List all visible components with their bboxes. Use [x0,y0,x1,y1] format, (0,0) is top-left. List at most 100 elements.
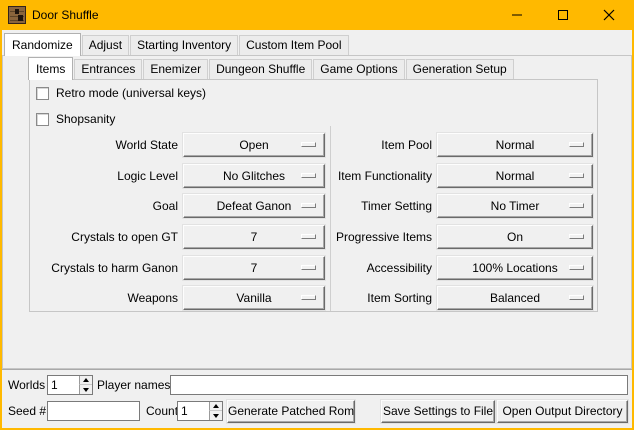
accessibility-dropdown[interactable]: 100% Locations [437,256,593,280]
worlds-spin-up-button[interactable] [79,376,92,385]
tab-enemizer[interactable]: Enemizer [143,59,208,79]
minimize-icon [511,9,523,21]
door-shuffle-window: Door Shuffle Randomize Adjust Starting I… [0,0,634,430]
maximize-button[interactable] [540,0,586,30]
dropdown-indicator-icon [569,234,584,239]
crystals-open-gt-dropdown[interactable]: 7 [183,225,325,249]
progressive-items-dropdown[interactable]: On [437,225,593,249]
worlds-label: Worlds [8,375,45,395]
count-spinbox[interactable]: 1 [177,401,223,421]
sub-tab-bar: Items Entrances Enemizer Dungeon Shuffle… [28,57,514,80]
count-label: Count [146,401,178,421]
timer-setting-value: No Timer [491,199,540,213]
arrow-up-icon [83,378,89,382]
progressive-items-value: On [507,230,523,244]
worlds-value: 1 [51,376,58,394]
item-functionality-value: Normal [496,169,535,183]
crystals-harm-ganon-dropdown[interactable]: 7 [183,256,325,280]
item-pool-dropdown[interactable]: Normal [437,133,593,157]
dropdown-indicator-icon [301,142,316,147]
shopsanity-checkbox-row[interactable]: Shopsanity [36,112,115,126]
tab-generation-setup[interactable]: Generation Setup [406,59,514,79]
retro-mode-checkbox[interactable] [36,87,49,100]
item-functionality-dropdown[interactable]: Normal [437,164,593,188]
item-functionality-label: Item Functionality [330,164,432,188]
tab-entrances[interactable]: Entrances [74,59,142,79]
dropdown-indicator-icon [301,173,316,178]
goal-label: Goal [40,194,178,218]
timer-setting-label: Timer Setting [330,194,432,218]
tab-dungeon-shuffle[interactable]: Dungeon Shuffle [209,59,312,79]
app-door-icon [8,6,26,24]
dropdown-indicator-icon [301,203,316,208]
dropdown-indicator-icon [301,265,316,270]
weapons-value: Vanilla [236,291,271,305]
crystals-harm-ganon-value: 7 [251,261,258,275]
seed-input[interactable] [47,401,140,421]
dropdown-indicator-icon [569,142,584,147]
tab-starting-inventory[interactable]: Starting Inventory [130,35,238,55]
logic-level-value: No Glitches [223,169,285,183]
minimize-button[interactable] [494,0,540,30]
dropdown-indicator-icon [569,265,584,270]
arrow-up-icon [213,404,219,408]
world-state-dropdown[interactable]: Open [183,133,325,157]
goal-dropdown[interactable]: Defeat Ganon [183,194,325,218]
goal-value: Defeat Ganon [217,199,292,213]
worlds-spinbox[interactable]: 1 [47,375,93,395]
worlds-spin-down-button[interactable] [79,385,92,394]
crystals-harm-ganon-label: Crystals to harm Ganon [32,256,178,280]
item-sorting-dropdown[interactable]: Balanced [437,286,593,310]
door-latch [15,9,19,14]
close-icon [603,9,615,21]
tab-game-options[interactable]: Game Options [313,59,404,79]
dropdown-indicator-icon [569,173,584,178]
arrow-down-icon [83,388,89,392]
timer-setting-dropdown[interactable]: No Timer [437,194,593,218]
item-sorting-value: Balanced [490,291,540,305]
shopsanity-label: Shopsanity [56,112,115,126]
logic-level-label: Logic Level [40,164,178,188]
count-spin-down-button[interactable] [209,411,222,420]
dropdown-indicator-icon [301,234,316,239]
window-title: Door Shuffle [32,0,99,30]
generate-patched-rom-button[interactable]: Generate Patched Rom [227,400,355,423]
logic-level-dropdown[interactable]: No Glitches [183,164,325,188]
player-names-input[interactable] [170,375,628,395]
title-bar: Door Shuffle [0,0,634,30]
open-output-directory-button[interactable]: Open Output Directory [497,400,628,423]
door-keyhole [18,15,23,21]
weapons-dropdown[interactable]: Vanilla [183,286,325,310]
accessibility-value: 100% Locations [472,261,557,275]
retro-mode-checkbox-row[interactable]: Retro mode (universal keys) [36,86,206,100]
save-settings-button[interactable]: Save Settings to File [381,400,495,423]
shopsanity-checkbox[interactable] [36,113,49,126]
maximize-icon [557,9,569,21]
crystals-open-gt-label: Crystals to open GT [40,225,178,249]
crystals-open-gt-value: 7 [251,230,258,244]
count-spin-up-button[interactable] [209,402,222,411]
worlds-spin-buttons [79,376,92,394]
tab-randomize[interactable]: Randomize [4,33,81,56]
item-sorting-label: Item Sorting [330,286,432,310]
arrow-down-icon [213,414,219,418]
world-state-label: World State [40,133,178,157]
dropdown-indicator-icon [569,295,584,300]
world-state-value: Open [239,138,268,152]
player-names-label: Player names [97,375,170,395]
dropdown-indicator-icon [569,203,584,208]
bottom-panel-separator [2,369,632,370]
progressive-items-label: Progressive Items [330,225,432,249]
item-pool-label: Item Pool [330,133,432,157]
accessibility-label: Accessibility [330,256,432,280]
window-content: Randomize Adjust Starting Inventory Cust… [2,30,632,428]
seed-label: Seed # [8,401,46,421]
retro-mode-label: Retro mode (universal keys) [56,86,206,100]
close-button[interactable] [586,0,632,30]
count-value: 1 [181,402,188,420]
item-pool-value: Normal [496,138,535,152]
tab-adjust[interactable]: Adjust [82,35,129,55]
tab-items[interactable]: Items [28,57,73,80]
count-spin-buttons [209,402,222,420]
tab-custom-item-pool[interactable]: Custom Item Pool [239,35,348,55]
